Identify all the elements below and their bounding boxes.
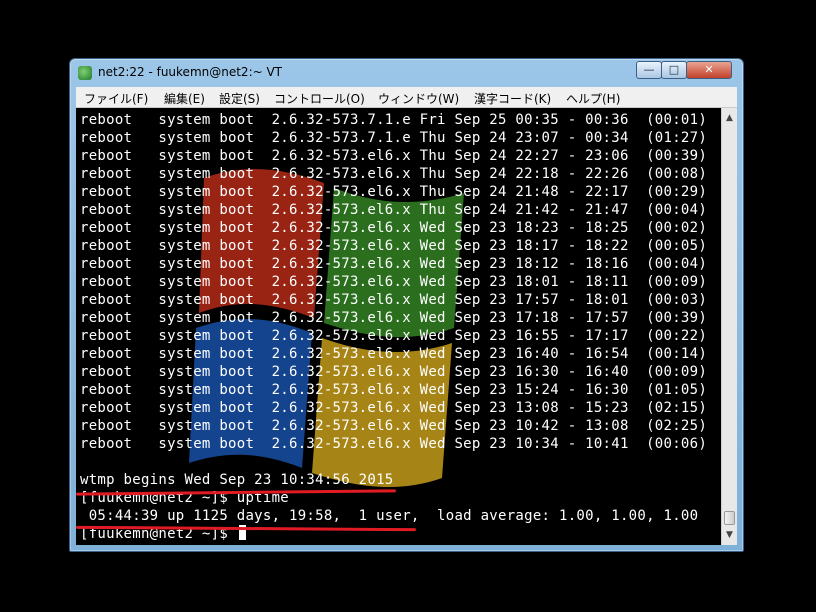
maximize-icon: □: [668, 63, 680, 76]
last-reboot-line: reboot system boot 2.6.32-573.el6.x Wed …: [80, 220, 708, 236]
close-button[interactable]: ✕: [686, 61, 732, 79]
last-reboot-line: reboot system boot 2.6.32-573.el6.x Wed …: [80, 274, 708, 290]
terminal-window[interactable]: net2:22 - fuukemn@net2:~ VT — □ ✕ ファイル(F…: [69, 58, 744, 552]
last-reboot-line: reboot system boot 2.6.32-573.el6.x Wed …: [80, 310, 708, 326]
menu-settings[interactable]: 設定(S): [219, 90, 260, 107]
window-title: net2:22 - fuukemn@net2:~ VT: [98, 65, 283, 79]
last-reboot-line: reboot system boot 2.6.32-573.el6.x Wed …: [80, 382, 708, 398]
scroll-up-arrow-icon[interactable]: ▲: [722, 110, 737, 126]
last-reboot-line: reboot system boot 2.6.32-573.el6.x Thu …: [80, 202, 708, 218]
teraterm-app-icon[interactable]: [78, 66, 92, 80]
last-reboot-line: reboot system boot 2.6.32-573.el6.x Wed …: [80, 238, 708, 254]
last-reboot-line: reboot system boot 2.6.32-573.el6.x Wed …: [80, 400, 708, 416]
last-reboot-line: reboot system boot 2.6.32-573.7.1.e Thu …: [80, 130, 708, 146]
last-reboot-line: reboot system boot 2.6.32-573.7.1.e Fri …: [80, 112, 708, 128]
minimize-button[interactable]: —: [636, 61, 662, 79]
menu-edit[interactable]: 編集(E): [164, 90, 205, 107]
menu-window[interactable]: ウィンドウ(W): [378, 90, 459, 107]
vertical-scrollbar[interactable]: ▲ ▼: [721, 108, 737, 545]
last-reboot-line: reboot system boot 2.6.32-573.el6.x Thu …: [80, 166, 708, 182]
menu-control[interactable]: コントロール(O): [274, 90, 365, 107]
title-bar[interactable]: net2:22 - fuukemn@net2:~ VT — □ ✕: [70, 59, 743, 87]
wtmp-begins-line: wtmp begins Wed Sep 23 10:34:56 2015: [80, 472, 394, 488]
maximize-button[interactable]: □: [661, 61, 687, 79]
menu-help[interactable]: ヘルプ(H): [566, 90, 620, 107]
last-reboot-line: reboot system boot 2.6.32-573.el6.x Wed …: [80, 364, 708, 380]
scrollbar-thumb[interactable]: [724, 511, 735, 525]
last-reboot-line: reboot system boot 2.6.32-573.el6.x Wed …: [80, 418, 708, 434]
last-reboot-line: reboot system boot 2.6.32-573.el6.x Thu …: [80, 148, 708, 164]
terminal-screen[interactable]: reboot system boot 2.6.32-573.7.1.e Fri …: [76, 108, 721, 545]
close-icon: ✕: [704, 63, 714, 76]
last-reboot-line: reboot system boot 2.6.32-573.el6.x Thu …: [80, 184, 708, 200]
last-reboot-line: reboot system boot 2.6.32-573.el6.x Wed …: [80, 292, 708, 308]
last-reboot-line: reboot system boot 2.6.32-573.el6.x Wed …: [80, 436, 708, 452]
scroll-down-arrow-icon[interactable]: ▼: [722, 527, 737, 543]
minimize-icon: —: [643, 63, 655, 76]
menu-file[interactable]: ファイル(F): [84, 90, 148, 107]
last-reboot-line: reboot system boot 2.6.32-573.el6.x Wed …: [80, 346, 708, 362]
menu-bar: ファイル(F) 編集(E) 設定(S) コントロール(O) ウィンドウ(W) 漢…: [76, 87, 737, 108]
terminal-output: reboot system boot 2.6.32-573.7.1.e Fri …: [80, 111, 707, 543]
menu-kanji-code[interactable]: 漢字コード(K): [474, 90, 551, 107]
uptime-output-line: 05:44:39 up 1125 days, 19:58, 1 user, lo…: [80, 508, 699, 524]
last-reboot-line: reboot system boot 2.6.32-573.el6.x Wed …: [80, 256, 708, 272]
last-reboot-line: reboot system boot 2.6.32-573.el6.x Wed …: [80, 328, 708, 344]
